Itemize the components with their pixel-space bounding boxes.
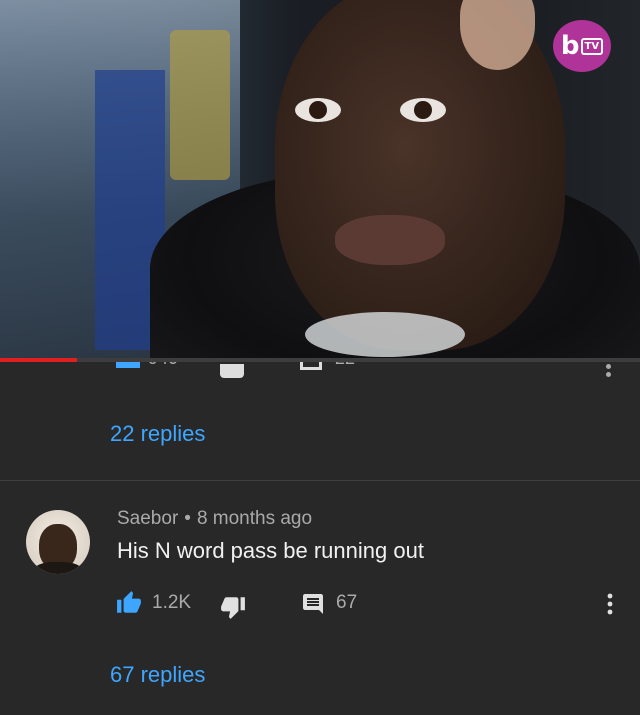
- face: [275, 0, 565, 350]
- channel-logo-tv-badge: TV: [580, 37, 604, 55]
- comment-time[interactable]: 8 months ago: [197, 508, 312, 529]
- more-vert-icon[interactable]: [598, 590, 622, 618]
- comment-icon[interactable]: [301, 592, 325, 616]
- thumbs-down-icon[interactable]: [220, 364, 244, 378]
- comment-text: His N word pass be running out: [117, 538, 424, 563]
- comment-icon[interactable]: [300, 362, 322, 370]
- channel-logo-letter: b: [560, 31, 580, 61]
- thumbs-up-icon[interactable]: [116, 590, 142, 616]
- previous-comment-actions: 940 22: [0, 362, 640, 382]
- thumbs-down-icon[interactable]: [220, 594, 246, 620]
- beard: [305, 312, 465, 357]
- comment-actions: 1.2K 67: [0, 588, 640, 620]
- previous-like-count: 940: [148, 362, 178, 369]
- reply-count: 67: [336, 592, 358, 613]
- previous-reply-count: 22: [335, 362, 355, 369]
- comment-divider: [0, 480, 640, 481]
- more-vert-icon[interactable]: [606, 364, 611, 369]
- thumbs-up-icon[interactable]: [116, 362, 140, 368]
- avatar-shirt: [34, 562, 82, 574]
- mouth: [335, 215, 445, 265]
- meta-separator: •: [184, 508, 191, 529]
- left-eye: [295, 98, 341, 122]
- comment-meta: Saebor • 8 months ago: [117, 508, 312, 530]
- like-count: 1.2K: [152, 592, 192, 613]
- skin-patch: [460, 0, 535, 70]
- replies-link[interactable]: 67 replies: [110, 662, 205, 688]
- channel-logo[interactable]: b TV: [553, 20, 611, 72]
- avatar[interactable]: [26, 510, 90, 574]
- comment-author[interactable]: Saebor: [117, 508, 178, 529]
- video-player[interactable]: b TV: [0, 0, 640, 360]
- previous-replies-link[interactable]: 22 replies: [110, 421, 205, 447]
- right-eye: [400, 98, 446, 122]
